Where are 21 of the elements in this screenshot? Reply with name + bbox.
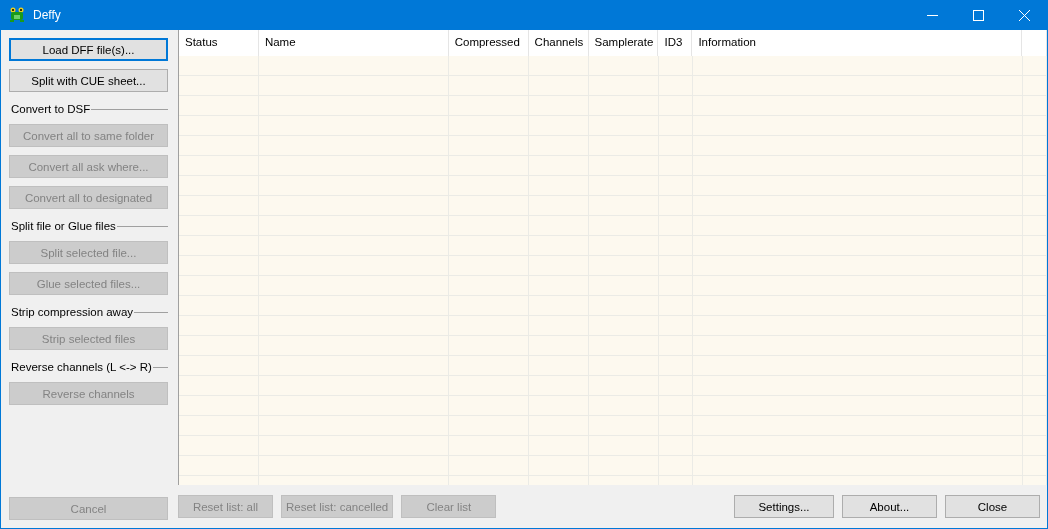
maximize-icon[interactable]: [972, 9, 984, 21]
column-header[interactable]: Channels: [528, 30, 589, 56]
group-label: Convert to DSF: [10, 103, 92, 115]
close-icon[interactable]: [1018, 9, 1030, 21]
column-header[interactable]: Samplerate: [588, 30, 659, 56]
dialog-button[interactable]: Settings...: [734, 495, 834, 518]
group-label: Strip compression away: [10, 306, 135, 318]
action-button[interactable]: Load DFF file(s)...: [9, 38, 168, 61]
frog-icon: [9, 7, 25, 23]
column-header[interactable]: Compressed: [448, 30, 529, 56]
dialog-button[interactable]: About...: [842, 495, 937, 518]
group-label: Reverse channels (L <-> R): [10, 361, 153, 373]
file-table[interactable]: Status Name Compressed Channels Samplerate ID3 Information: [178, 30, 1047, 485]
column-header[interactable]: Status: [179, 30, 259, 56]
group-label: Split file or Glue files: [10, 220, 117, 232]
column-header[interactable]: Information: [692, 30, 1023, 56]
action-button[interactable]: Split with CUE sheet...: [9, 69, 168, 92]
window-title: Deffy: [33, 8, 61, 22]
column-header[interactable]: ID3: [658, 30, 693, 56]
column-header[interactable]: Name: [258, 30, 449, 56]
dialog-button[interactable]: Close: [945, 495, 1040, 518]
